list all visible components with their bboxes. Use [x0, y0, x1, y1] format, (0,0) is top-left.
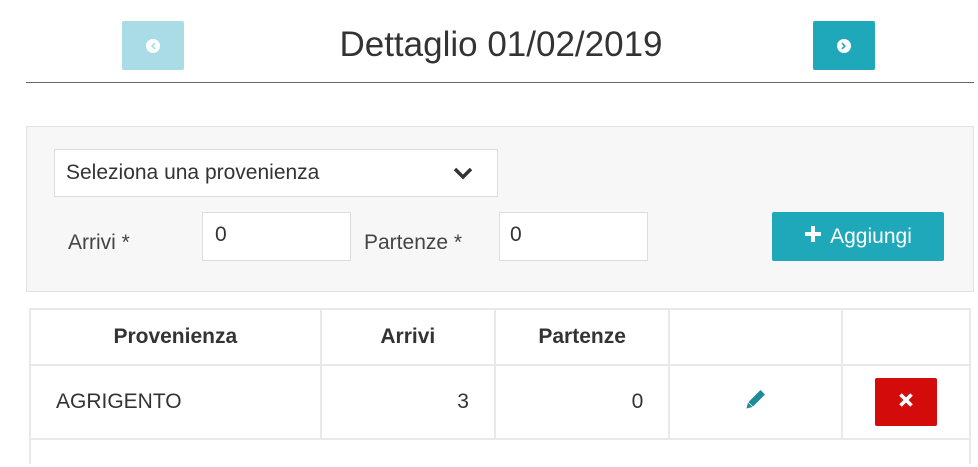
column-header-partenze: Partenze [493, 308, 671, 366]
next-day-button[interactable] [813, 21, 875, 70]
cell-partenze: 0 [493, 364, 671, 440]
column-header-arrivi: Arrivi [319, 308, 496, 366]
partenze-input[interactable]: 0 [499, 212, 648, 261]
cell-arrivi: 3 [319, 364, 496, 440]
page-title: Dettaglio 01/02/2019 [339, 25, 663, 64]
column-header-edit [668, 308, 843, 366]
close-icon [898, 390, 914, 414]
provenienza-select-value: Seleziona una provenienza [66, 161, 320, 184]
arrivi-label: Arrivi * [68, 231, 130, 254]
pencil-icon[interactable] [745, 388, 767, 416]
column-header-delete [840, 308, 972, 366]
column-header-provenienza: Provenienza [29, 308, 322, 366]
previous-day-button[interactable] [122, 21, 184, 70]
edit-cell [668, 364, 843, 440]
arrow-circle-left-icon [146, 38, 160, 53]
arrow-circle-right-icon [837, 38, 851, 53]
arrivi-input[interactable]: 0 [202, 212, 351, 261]
partenze-label: Partenze * [364, 231, 463, 254]
table-row: AGRIGENTO 3 0 [29, 364, 972, 440]
delete-button[interactable] [874, 378, 937, 426]
page-header: Dettaglio 01/02/2019 [26, 0, 974, 83]
table-header-row: Provenienza Arrivi Partenze [29, 308, 972, 366]
provenienze-table: Provenienza Arrivi Partenze AGRIGENTO 3 … [29, 308, 972, 464]
chevron-down-icon [453, 166, 473, 185]
table-footer-spacer [29, 439, 971, 464]
add-button[interactable]: Aggiungi [772, 212, 944, 261]
add-entry-form: Seleziona una provenienza Arrivi * 0 Par… [26, 126, 974, 292]
plus-icon [804, 225, 822, 249]
cell-provenienza: AGRIGENTO [29, 364, 322, 440]
delete-cell [840, 364, 972, 440]
provenienza-select[interactable]: Seleziona una provenienza [54, 149, 498, 197]
add-button-label: Aggiungi [830, 224, 912, 248]
